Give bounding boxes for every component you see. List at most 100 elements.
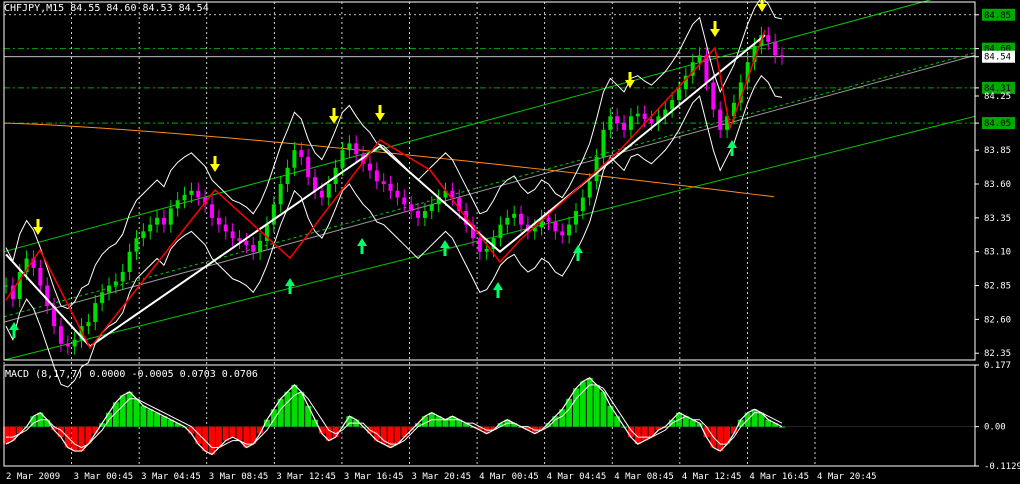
- candle-body: [635, 113, 640, 117]
- time-tick-label: 4 Mar 20:45: [817, 472, 877, 482]
- candle-body: [367, 163, 372, 171]
- candle-body: [210, 204, 215, 218]
- candle-body: [567, 224, 572, 236]
- candle-body: [93, 303, 98, 323]
- candle-body: [347, 143, 352, 151]
- macd-histogram-bar: [291, 384, 298, 427]
- time-tick-label: 4 Mar 08:45: [614, 472, 674, 482]
- candle-body: [676, 89, 681, 101]
- price-tick-label: 84.25: [984, 92, 1011, 102]
- time-tick-label: 3 Mar 00:45: [74, 472, 134, 482]
- macd-histogram-bar: [147, 409, 154, 427]
- price-tick-label: 82.60: [984, 315, 1011, 325]
- candle-body: [134, 238, 139, 252]
- macd-histogram-bar: [593, 384, 600, 427]
- candle-body: [766, 35, 771, 42]
- candle-body: [429, 204, 434, 212]
- time-tick-label: 2 Mar 2009: [6, 472, 60, 482]
- candle-body: [38, 267, 43, 286]
- candle-body: [402, 197, 407, 205]
- macd-histogram-bar: [236, 426, 243, 441]
- macd-histogram-bar: [579, 381, 586, 427]
- chart-header: CHFJPY,M15 84.55 84.60 84.53 84.54: [4, 3, 209, 14]
- candle-body: [718, 109, 723, 130]
- candle-body: [168, 208, 173, 225]
- macd-params: (8,17,7): [35, 369, 84, 380]
- time-tick-label: 3 Mar 04:45: [141, 472, 201, 482]
- time-tick-label: 4 Mar 00:45: [479, 472, 539, 482]
- symbol-label: CHFJPY,M15: [4, 3, 65, 14]
- candle-body: [560, 231, 565, 236]
- candle-body: [120, 272, 125, 282]
- price-tick-label: 83.60: [984, 180, 1011, 190]
- macd-histogram-bar: [222, 426, 229, 441]
- candle-body: [313, 177, 318, 191]
- candle-body: [127, 251, 132, 272]
- macd-histogram-bar: [209, 426, 216, 455]
- macd-histogram-bar: [751, 409, 758, 427]
- candle-body: [608, 116, 613, 130]
- macd-name: MACD: [5, 369, 30, 380]
- candle-body: [292, 150, 297, 168]
- candle-body: [615, 116, 620, 124]
- candle-body: [388, 184, 393, 191]
- candle-body: [711, 82, 716, 110]
- macd-histogram-bar: [614, 416, 621, 427]
- macd-histogram-bar: [779, 426, 785, 428]
- candle-body: [182, 194, 187, 201]
- macd-histogram-bar: [284, 391, 291, 427]
- candle-body: [155, 217, 160, 225]
- candle-body: [374, 170, 379, 182]
- candle-body: [326, 184, 331, 198]
- candle-body: [230, 231, 235, 239]
- price-tick-label: 84.05: [984, 119, 1011, 129]
- macd-histogram-bar: [215, 426, 222, 448]
- candle-body: [189, 190, 194, 195]
- candle-body: [244, 240, 249, 245]
- candle-body: [512, 213, 517, 218]
- candle-body: [113, 281, 118, 286]
- macd-header: MACD (8,17,7) 0.0000 -0.0005 0.0703 0.07…: [5, 369, 258, 380]
- time-tick-label: 4 Mar 16:45: [749, 472, 809, 482]
- candle-body: [141, 231, 146, 239]
- candle-body: [196, 190, 201, 198]
- candle-body: [484, 248, 489, 252]
- candle-body: [251, 244, 256, 252]
- candle-body: [498, 224, 503, 239]
- candle-body: [546, 217, 551, 222]
- time-tick-label: 3 Mar 08:45: [209, 472, 269, 482]
- macd-histogram-bar: [126, 391, 133, 427]
- candle-body: [4, 285, 8, 287]
- candle-body: [553, 221, 558, 232]
- time-tick-label: 4 Mar 12:45: [682, 472, 742, 482]
- candle-body: [299, 150, 304, 157]
- macd-tick-label: 0.177: [984, 361, 1011, 371]
- candle-body: [319, 190, 324, 198]
- macd-histogram-bar: [717, 426, 724, 452]
- price-tick-label: 82.85: [984, 282, 1011, 292]
- candle-body: [477, 238, 482, 252]
- macd-histogram-bar: [572, 388, 579, 427]
- quote-values: 84.55 84.60 84.53 84.54: [70, 3, 209, 14]
- candle-body: [107, 285, 112, 293]
- candle-body: [519, 213, 524, 225]
- candle-body: [216, 217, 221, 225]
- macd-histogram-bar: [71, 426, 78, 452]
- candle-body: [237, 238, 242, 241]
- candle-body: [622, 123, 627, 130]
- macd-values: 0.0000 -0.0005 0.0703 0.0706: [89, 369, 258, 380]
- macd-histogram-bar: [188, 426, 195, 434]
- price-tick-label: 84.85: [984, 11, 1011, 21]
- candle-body: [72, 339, 77, 347]
- candle-body: [670, 100, 675, 110]
- macd-histogram-bar: [332, 426, 339, 438]
- price-tick-label: 83.85: [984, 146, 1011, 156]
- price-chart-canvas[interactable]: 84.8584.6084.5484.3184.2584.0583.8583.60…: [0, 0, 1020, 484]
- price-tick-label: 82.35: [984, 349, 1011, 359]
- time-tick-label: 3 Mar 16:45: [344, 472, 404, 482]
- price-tick-label: 83.35: [984, 214, 1011, 224]
- candle-body: [422, 211, 427, 218]
- candle-body: [285, 167, 290, 184]
- price-tick-label: 83.10: [984, 248, 1011, 258]
- candle-body: [587, 181, 592, 198]
